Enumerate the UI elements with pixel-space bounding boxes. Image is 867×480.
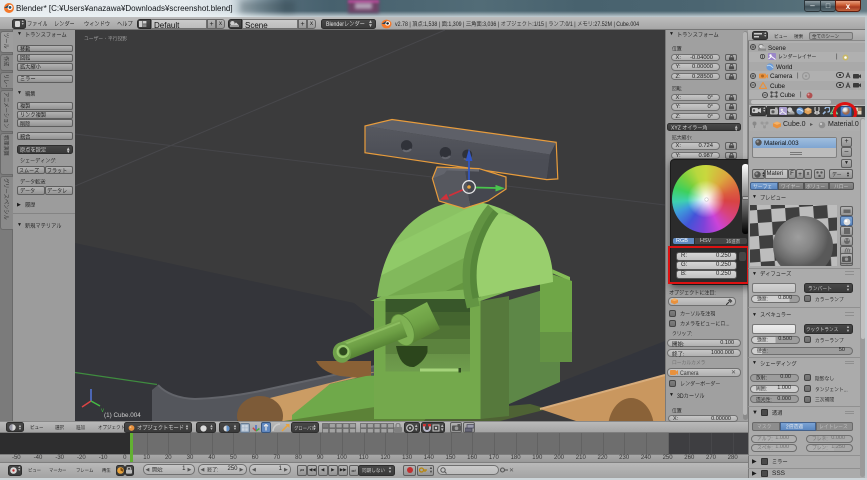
- svg-text::1/15 |: :1/15 |: [532, 22, 547, 28]
- svg-text::: :: [55, 159, 56, 165]
- svg-text:Camera: Camera: [680, 370, 699, 376]
- svg-text::1,538 |: :1,538 |: [423, 22, 440, 28]
- svg-text::: :: [681, 46, 682, 52]
- svg-text:...: ...: [725, 322, 729, 328]
- svg-text:16: 16: [726, 239, 731, 245]
- svg-text:...: ...: [844, 387, 848, 393]
- svg-text:XYZ: XYZ: [671, 125, 681, 131]
- svg-text::3,036 |: :3,036 |: [482, 22, 499, 28]
- svg-text::27.52M | Cube.004: :27.52M | Cube.004: [593, 22, 639, 28]
- svg-text::1,309 |: :1,309 |: [447, 22, 464, 28]
- svg-text:Blender: Blender: [326, 22, 344, 28]
- svg-text::: :: [691, 135, 692, 141]
- svg-text::: :: [691, 331, 692, 337]
- svg-text:v2.78 |: v2.78 |: [395, 22, 411, 28]
- svg-text::: :: [714, 290, 715, 296]
- svg-text::0/1 |: :0/1 |: [564, 22, 576, 28]
- svg-text::: :: [681, 408, 682, 414]
- svg-text::: :: [705, 360, 706, 366]
- svg-text:2: 2: [786, 424, 789, 430]
- svg-text::: :: [681, 86, 682, 92]
- svg-text::: :: [45, 179, 46, 185]
- svg-text:y: y: [101, 408, 104, 412]
- svg-text:3D: 3D: [677, 393, 684, 399]
